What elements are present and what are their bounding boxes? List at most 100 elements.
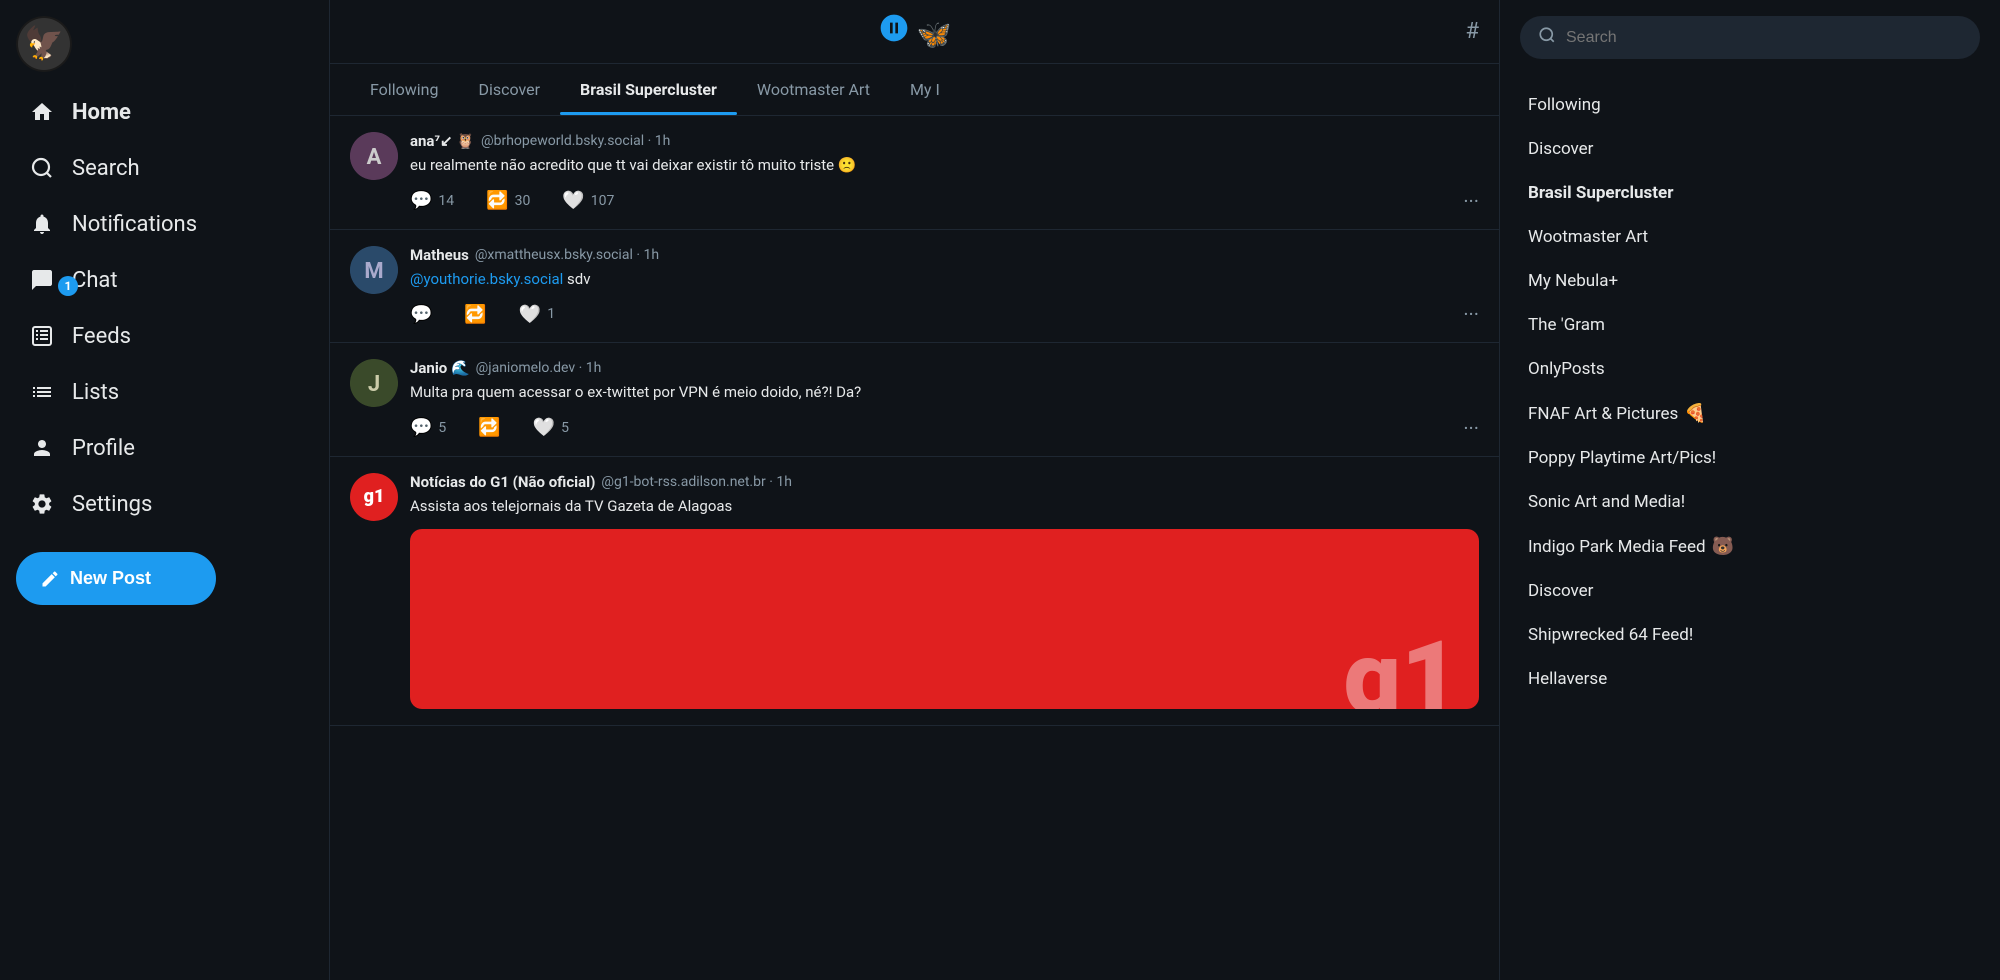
search-box-icon: [1538, 26, 1556, 49]
new-post-button[interactable]: New Post: [16, 552, 216, 605]
sidebar-item-profile[interactable]: Profile: [16, 420, 313, 476]
post-2-avatar[interactable]: M: [350, 246, 398, 294]
hash-icon[interactable]: #: [1465, 19, 1479, 44]
post-3-like[interactable]: 🤍 5: [533, 417, 569, 438]
tab-following[interactable]: Following: [350, 64, 458, 115]
post-3-like-count: 5: [561, 420, 569, 436]
feed-list-wootmaster-art[interactable]: Wootmaster Art: [1520, 215, 1980, 259]
tab-brasil-supercluster[interactable]: Brasil Supercluster: [560, 64, 737, 115]
post-3-avatar[interactable]: J: [350, 359, 398, 407]
new-post-label: New Post: [70, 568, 151, 589]
post-2-more[interactable]: ···: [1463, 302, 1479, 326]
post-1-author: ana⁷↙ 🦉: [410, 132, 475, 150]
post-2-like-count: 1: [547, 306, 555, 322]
svg-text:🦅: 🦅: [24, 24, 64, 62]
post-3-author: Janio 🌊: [410, 359, 470, 377]
feed-list-poppy-playtime[interactable]: Poppy Playtime Art/Pics!: [1520, 436, 1980, 480]
post-1-content: ana⁷↙ 🦉 @brhopeworld.bsky.social · 1h eu…: [410, 132, 1479, 213]
post-2-repost[interactable]: 🔁: [464, 304, 486, 325]
post-1-more[interactable]: ···: [1463, 189, 1479, 213]
sidebar-item-notifications-label: Notifications: [72, 212, 197, 237]
post-1-like-count: 107: [591, 193, 615, 209]
edit-icon: [40, 569, 60, 589]
post-4-text: Assista aos telejornais da TV Gazeta de …: [410, 495, 1479, 518]
post-3-reply[interactable]: 💬 5: [410, 417, 446, 438]
repost-icon: 🔁: [486, 190, 508, 211]
post-3-repost[interactable]: 🔁: [478, 417, 500, 438]
post-1-reply[interactable]: 💬 14: [410, 190, 454, 211]
post-1-actions: 💬 14 🔁 30 🤍 107 ···: [410, 189, 1479, 213]
sidebar-item-profile-label: Profile: [72, 436, 135, 461]
post-2: M Matheus @xmattheusx.bsky.social · 1h @…: [330, 230, 1499, 344]
sidebar-item-settings[interactable]: Settings: [16, 476, 313, 532]
heart-icon-2: 🤍: [519, 304, 541, 325]
home-icon: [28, 98, 56, 126]
feed-list-the-gram[interactable]: The 'Gram: [1520, 303, 1980, 347]
user-avatar[interactable]: 🦅: [16, 16, 72, 72]
post-2-mention[interactable]: @youthorie.bsky.social: [410, 270, 563, 288]
feed-list-discover2[interactable]: Discover: [1520, 569, 1980, 613]
feed-list-discover[interactable]: Discover: [1520, 127, 1980, 171]
sidebar-item-lists[interactable]: Lists: [16, 364, 313, 420]
feed-list-hellaverse[interactable]: Hellaverse: [1520, 657, 1980, 701]
tab-wootmaster-art[interactable]: Wootmaster Art: [737, 64, 890, 115]
tab-my-nebula[interactable]: My I: [890, 64, 960, 115]
post-1-avatar[interactable]: A: [350, 132, 398, 180]
sidebar-item-lists-label: Lists: [72, 380, 119, 405]
post-4-author: Notícias do G1 (Não oficial): [410, 473, 595, 491]
post-4-image: g1: [410, 529, 1479, 709]
post-1-text: eu realmente não acredito que tt vai dei…: [410, 154, 1479, 177]
pizza-emoji: 🍕: [1684, 403, 1706, 424]
sidebar-item-notifications[interactable]: Notifications: [16, 196, 313, 252]
feed-list-fnaf-art-label: FNAF Art & Pictures: [1528, 404, 1678, 424]
post-3-more[interactable]: ···: [1463, 416, 1479, 440]
post-2-text: @youthorie.bsky.social sdv: [410, 268, 1479, 291]
post-1-handle: @brhopeworld.bsky.social · 1h: [481, 133, 670, 149]
post-2-handle: @xmattheusx.bsky.social · 1h: [475, 247, 659, 263]
post-4: g1 Notícias do G1 (Não oficial) @g1-bot-…: [330, 457, 1499, 727]
post-1-repost[interactable]: 🔁 30: [486, 190, 530, 211]
sidebar-item-feeds-label: Feeds: [72, 324, 131, 349]
feed-header: 🦋 #: [330, 0, 1499, 64]
svg-text:M: M: [364, 259, 383, 284]
reply-icon-3: 💬: [410, 417, 432, 438]
main-feed: 🦋 # Following Discover Brasil Superclust…: [330, 0, 1500, 980]
post-3-text: Multa pra quem acessar o ex-twittet por …: [410, 381, 1479, 404]
reply-icon-2: 💬: [410, 304, 432, 325]
sidebar-item-search[interactable]: Search: [16, 140, 313, 196]
post-2-reply[interactable]: 💬: [410, 304, 432, 325]
feed-list-sonic-art[interactable]: Sonic Art and Media!: [1520, 480, 1980, 524]
post-1-reply-count: 14: [438, 193, 454, 209]
post-1-like[interactable]: 🤍 107: [562, 190, 614, 211]
feed-list-following[interactable]: Following: [1520, 83, 1980, 127]
sidebar-item-settings-label: Settings: [72, 492, 152, 517]
feed-list-fnaf-art[interactable]: FNAF Art & Pictures 🍕: [1520, 391, 1980, 436]
post-2-like[interactable]: 🤍 1: [519, 304, 555, 325]
feed-list-indigo-park[interactable]: Indigo Park Media Feed 🐻: [1520, 524, 1980, 569]
post-2-content: Matheus @xmattheusx.bsky.social · 1h @yo…: [410, 246, 1479, 327]
right-sidebar: Following Discover Brasil Supercluster W…: [1500, 0, 2000, 980]
tab-discover[interactable]: Discover: [458, 64, 560, 115]
sidebar-nav: Home Search Notifications: [16, 84, 313, 532]
heart-icon: 🤍: [562, 190, 584, 211]
sidebar-item-feeds[interactable]: Feeds: [16, 308, 313, 364]
search-box[interactable]: [1520, 16, 1980, 59]
profile-icon: [28, 434, 56, 462]
feed-list-shipwrecked[interactable]: Shipwrecked 64 Feed!: [1520, 613, 1980, 657]
sidebar-item-chat[interactable]: 1 Chat: [16, 252, 313, 308]
butterfly-icon: 🦋: [878, 12, 952, 51]
posts-container: A ana⁷↙ 🦉 @brhopeworld.bsky.social · 1h …: [330, 116, 1499, 980]
feed-list-brasil-supercluster[interactable]: Brasil Supercluster: [1520, 171, 1980, 215]
post-4-avatar[interactable]: g1: [350, 473, 398, 521]
feed-list-my-nebula[interactable]: My Nebula+: [1520, 259, 1980, 303]
feed-list-indigo-park-label: Indigo Park Media Feed: [1528, 537, 1706, 557]
repost-icon-3: 🔁: [478, 417, 500, 438]
post-4-handle: @g1-bot-rss.adilson.net.br · 1h: [601, 474, 792, 490]
bell-icon: [28, 210, 56, 238]
post-4-content: Notícias do G1 (Não oficial) @g1-bot-rss…: [410, 473, 1479, 710]
post-3-content: Janio 🌊 @janiomelo.dev · 1h Multa pra qu…: [410, 359, 1479, 440]
sidebar-item-home[interactable]: Home: [16, 84, 313, 140]
feed-list-onlyposts[interactable]: OnlyPosts: [1520, 347, 1980, 391]
search-input[interactable]: [1566, 29, 1962, 47]
post-3-reply-count: 5: [438, 420, 446, 436]
